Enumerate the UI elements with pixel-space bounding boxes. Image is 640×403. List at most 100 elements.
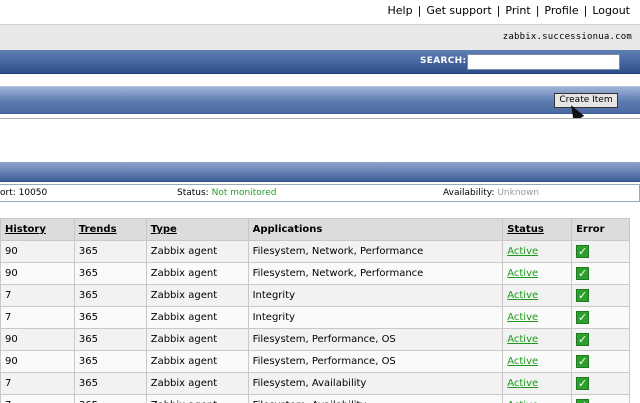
table-row: 7365Zabbix agentFilesystem, Availability…	[0, 372, 630, 395]
error-cell: ✓	[571, 328, 630, 351]
type-cell: Zabbix agent	[145, 372, 249, 395]
status-toggle-link[interactable]: Active	[507, 378, 538, 389]
error-cell: ✓	[571, 284, 630, 307]
status-value: Not monitored	[211, 188, 277, 198]
table-row: 90 365 Zabbix agent Filesystem, Network, Pe…	[0, 262, 630, 285]
status-cell: Active	[502, 350, 573, 373]
check-icon: ✓	[576, 355, 590, 368]
top-links: Help | Get support | Print | Profile | Logout	[388, 4, 630, 17]
check-icon: ✓	[576, 377, 590, 390]
section-band	[0, 162, 640, 182]
history-cell: 7	[0, 394, 75, 403]
status-toggle-link[interactable]: Active	[507, 268, 538, 279]
check-icon: ✓	[576, 245, 590, 258]
status-toggle-link[interactable]: Active	[507, 334, 538, 345]
table-row: 90 365 Zabbix agent Filesystem, Network, Pe…	[0, 240, 630, 263]
help-link[interactable]: Help	[388, 4, 413, 17]
error-cell: ✓	[571, 306, 630, 329]
history-cell: 7	[0, 284, 75, 307]
trends-cell: 365	[73, 350, 147, 373]
support-link[interactable]: Get support	[426, 4, 491, 17]
filter-panel	[0, 118, 640, 162]
print-link[interactable]: Print	[505, 4, 530, 17]
top-navigation: Help | Get support | Print | Profile | Logout	[0, 0, 640, 24]
col-trends[interactable]: Trends	[73, 218, 147, 241]
history-cell: 90	[0, 328, 75, 351]
history-cell: 90	[0, 350, 75, 373]
status-cell: Active	[502, 394, 573, 403]
status-toggle-link[interactable]: Active	[507, 312, 538, 323]
applications-cell: Integrity	[247, 306, 504, 329]
availability-value: Unknown	[497, 188, 540, 198]
server-host: zabbix.successionua.com	[502, 32, 632, 42]
type-cell: Zabbix agent	[145, 240, 249, 263]
trends-cell: 365	[73, 240, 147, 263]
status-cell: Active	[502, 262, 573, 285]
col-status[interactable]: Status	[502, 218, 573, 241]
check-icon: ✓	[576, 267, 590, 280]
type-cell: Zabbix agent	[145, 306, 249, 329]
table-row: 90 365 Zabbix agent Filesystem, Performance…	[0, 350, 630, 373]
col-error: Error	[571, 218, 630, 241]
host-availability: Availability: Unknown	[443, 188, 539, 198]
col-applications: Applications	[247, 218, 504, 241]
items-header-band: Create Item	[0, 86, 640, 114]
trends-cell: 365	[73, 372, 147, 395]
error-cell: ✓	[571, 394, 630, 403]
type-cell: Zabbix agent	[145, 284, 249, 307]
table-row: 7 365 Zabbix agent Integrity Active ✓	[0, 306, 630, 329]
col-history[interactable]: History	[0, 218, 75, 241]
trends-cell: 365	[73, 262, 147, 285]
separator: |	[417, 4, 422, 17]
search-input[interactable]	[467, 54, 620, 70]
check-icon: ✓	[576, 399, 590, 403]
logout-link[interactable]: Logout	[592, 4, 630, 17]
availability-label: Availability:	[443, 188, 495, 198]
applications-cell: Filesystem, Network, Performance	[247, 240, 504, 263]
applications-cell: Filesystem, Performance, OS	[247, 328, 504, 351]
applications-cell: Filesystem, Network, Performance	[247, 262, 504, 285]
applications-cell: Filesystem, Availability	[247, 372, 504, 395]
search-bar: SEARCH:	[0, 50, 640, 74]
profile-link[interactable]: Profile	[544, 4, 578, 17]
status-label: Status:	[177, 188, 209, 198]
history-cell: 90	[0, 240, 75, 263]
host-info-row: ort: 10050 Status: Not monitored Availab…	[0, 184, 640, 202]
table-row: 7365Zabbix agentFilesystem, Availability…	[0, 394, 630, 403]
status-cell: Active	[502, 284, 573, 307]
history-cell: 7	[0, 372, 75, 395]
status-cell: Active	[502, 240, 573, 263]
separator: |	[496, 4, 501, 17]
trends-cell: 365	[73, 306, 147, 329]
error-cell: ✓	[571, 262, 630, 285]
trends-cell: 365	[73, 284, 147, 307]
type-cell: Zabbix agent	[145, 328, 249, 351]
type-cell: Zabbix agent	[145, 262, 249, 285]
separator: |	[535, 4, 540, 17]
search-label: SEARCH:	[420, 56, 467, 66]
error-cell: ✓	[571, 372, 630, 395]
status-cell: Active	[502, 306, 573, 329]
status-toggle-link[interactable]: Active	[507, 246, 538, 257]
status-cell: Active	[502, 372, 573, 395]
separator: |	[583, 4, 588, 17]
type-cell: Zabbix agent	[145, 394, 249, 403]
applications-cell: Integrity	[247, 284, 504, 307]
check-icon: ✓	[576, 311, 590, 324]
check-icon: ✓	[576, 289, 590, 302]
applications-cell: Filesystem, Performance, OS	[247, 350, 504, 373]
check-icon: ✓	[576, 333, 590, 346]
type-cell: Zabbix agent	[145, 350, 249, 373]
history-cell: 7	[0, 306, 75, 329]
status-toggle-link[interactable]: Active	[507, 356, 538, 367]
create-item-button[interactable]: Create Item	[554, 93, 618, 108]
trends-cell: 365	[73, 394, 147, 403]
host-status: Status: Not monitored	[177, 188, 277, 198]
col-type[interactable]: Type	[145, 218, 249, 241]
server-bar: zabbix.successionua.com	[0, 24, 640, 50]
applications-cell: Filesystem, Availability	[247, 394, 504, 403]
table-row: 7 365 Zabbix agent Integrity Active ✓	[0, 284, 630, 307]
error-cell: ✓	[571, 240, 630, 263]
table-header-row: History Trends Type Applications Status …	[0, 218, 630, 241]
status-toggle-link[interactable]: Active	[507, 290, 538, 301]
